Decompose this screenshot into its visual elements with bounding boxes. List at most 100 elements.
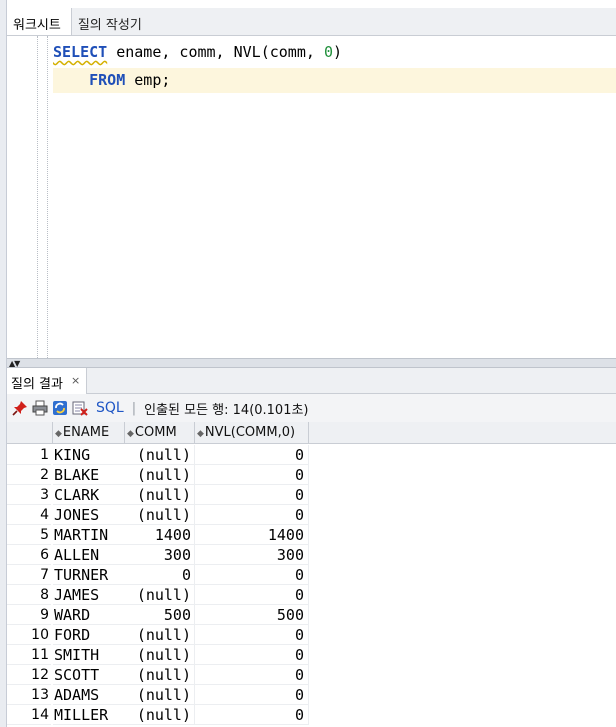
tab-worksheet[interactable]: 워크시트 [7, 8, 72, 35]
code-text: ename, comm, NVL(comm, [107, 43, 324, 61]
cell-nvl[interactable]: 0 [195, 565, 309, 585]
cell-comm[interactable]: (null) [125, 625, 195, 645]
row-number[interactable]: 6 [7, 545, 51, 565]
sort-icon[interactable]: ◆ [197, 429, 204, 439]
row-number[interactable]: 8 [7, 585, 51, 605]
pin-icon[interactable] [12, 400, 28, 416]
table-row[interactable]: 6 ALLEN 300 300 [7, 545, 309, 565]
cell-ename[interactable]: FORD [53, 625, 125, 645]
cell-nvl[interactable]: 1400 [195, 525, 309, 545]
cell-nvl[interactable]: 0 [195, 505, 309, 525]
column-header-comm[interactable]: ◆COMM [125, 422, 195, 444]
cell-comm[interactable]: (null) [125, 685, 195, 705]
row-number[interactable]: 11 [7, 645, 51, 665]
cell-ename[interactable]: ADAMS [53, 685, 125, 705]
sort-icon[interactable]: ◆ [127, 429, 134, 439]
grid-header: ◆ENAME ◆COMM ◆NVL(COMM,0) [7, 422, 616, 444]
row-number[interactable]: 4 [7, 505, 51, 525]
sql-button[interactable]: SQL [96, 400, 124, 416]
row-number[interactable]: 7 [7, 565, 51, 585]
cell-ename[interactable]: BLAKE [53, 465, 125, 485]
cell-ename[interactable]: MARTIN [53, 525, 125, 545]
cell-nvl[interactable]: 0 [195, 625, 309, 645]
table-row[interactable]: 11 SMITH (null) 0 [7, 645, 309, 665]
row-number[interactable]: 12 [7, 665, 51, 685]
table-row[interactable]: 2 BLAKE (null) 0 [7, 465, 309, 485]
cell-comm[interactable]: (null) [125, 485, 195, 505]
row-number[interactable]: 2 [7, 465, 51, 485]
cell-nvl[interactable]: 0 [195, 585, 309, 605]
cell-ename[interactable]: SCOTT [53, 665, 125, 685]
table-row[interactable]: 5 MARTIN 1400 1400 [7, 525, 309, 545]
gutter-divider-fold [47, 36, 48, 358]
code-text: emp; [125, 71, 171, 89]
pane-splitter[interactable]: ▲▼ [7, 358, 616, 368]
splitter-arrows-icon[interactable]: ▲▼ [9, 359, 20, 368]
table-row[interactable]: 7 TURNER 0 0 [7, 565, 309, 585]
cell-ename[interactable]: SMITH [53, 645, 125, 665]
cell-ename[interactable]: CLARK [53, 485, 125, 505]
cell-comm[interactable]: (null) [125, 665, 195, 685]
cell-comm[interactable]: (null) [125, 445, 195, 465]
cell-ename[interactable]: JONES [53, 505, 125, 525]
cell-comm[interactable]: 300 [125, 545, 195, 565]
cell-nvl[interactable]: 0 [195, 685, 309, 705]
column-header-nvl[interactable]: ◆NVL(COMM,0) [195, 422, 309, 444]
cell-nvl[interactable]: 0 [195, 445, 309, 465]
row-number[interactable]: 5 [7, 525, 51, 545]
table-row[interactable]: 10 FORD (null) 0 [7, 625, 309, 645]
cell-ename[interactable]: MILLER [53, 705, 125, 725]
table-row[interactable]: 13 ADAMS (null) 0 [7, 685, 309, 705]
cell-comm[interactable]: 0 [125, 565, 195, 585]
tab-query-result[interactable]: 질의 결과 × [7, 368, 88, 394]
cell-ename[interactable]: JAMES [53, 585, 125, 605]
table-row[interactable]: 1 KING (null) 0 [7, 445, 309, 465]
refresh-icon[interactable] [52, 400, 68, 416]
row-number[interactable]: 3 [7, 485, 51, 505]
cell-comm[interactable]: 1400 [125, 525, 195, 545]
cell-ename[interactable]: TURNER [53, 565, 125, 585]
row-number[interactable]: 13 [7, 685, 51, 705]
column-header-ename[interactable]: ◆ENAME [53, 422, 125, 444]
close-icon[interactable]: × [71, 373, 80, 394]
code-line-2[interactable]: FROM emp; [53, 68, 616, 93]
table-row[interactable]: 9 WARD 500 500 [7, 605, 309, 625]
sql-editor[interactable]: SELECT ename, comm, NVL(comm, 0) FROM em… [7, 36, 616, 358]
code-line-1[interactable]: SELECT ename, comm, NVL(comm, 0) [53, 40, 342, 65]
cell-ename[interactable]: ALLEN [53, 545, 125, 565]
table-row[interactable]: 4 JONES (null) 0 [7, 505, 309, 525]
cell-nvl[interactable]: 0 [195, 705, 309, 725]
tab-query-builder[interactable]: 질의 작성기 [72, 8, 152, 35]
cell-nvl[interactable]: 500 [195, 605, 309, 625]
result-grid[interactable]: ◆ENAME ◆COMM ◆NVL(COMM,0) 1 KING (null) 0 2 B… [7, 422, 616, 727]
sort-icon[interactable]: ◆ [55, 429, 62, 439]
row-number[interactable]: 9 [7, 605, 51, 625]
row-number[interactable]: 1 [7, 445, 51, 465]
cell-comm[interactable]: (null) [125, 505, 195, 525]
table-row[interactable]: 8 JAMES (null) 0 [7, 585, 309, 605]
toolbar-separator: | [131, 400, 137, 416]
cell-ename[interactable]: KING [53, 445, 125, 465]
cell-nvl[interactable]: 0 [195, 665, 309, 685]
cell-nvl[interactable]: 0 [195, 465, 309, 485]
cell-comm[interactable]: (null) [125, 645, 195, 665]
code-number: 0 [323, 43, 333, 61]
code-text: ) [332, 43, 342, 61]
cell-comm[interactable]: (null) [125, 585, 195, 605]
print-icon[interactable] [32, 400, 48, 416]
cell-ename[interactable]: WARD [53, 605, 125, 625]
table-row[interactable]: 3 CLARK (null) 0 [7, 485, 309, 505]
table-row[interactable]: 12 SCOTT (null) 0 [7, 665, 309, 685]
row-number[interactable]: 10 [7, 625, 51, 645]
cell-nvl[interactable]: 0 [195, 485, 309, 505]
export-icon[interactable] [72, 400, 88, 416]
cell-nvl[interactable]: 0 [195, 645, 309, 665]
cell-comm[interactable]: (null) [125, 705, 195, 725]
table-row[interactable]: 14 MILLER (null) 0 [7, 705, 309, 725]
cell-comm[interactable]: 500 [125, 605, 195, 625]
cell-comm[interactable]: (null) [125, 465, 195, 485]
column-header-label: NVL(COMM,0) [204, 425, 296, 440]
cell-nvl[interactable]: 300 [195, 545, 309, 565]
row-number[interactable]: 14 [7, 705, 51, 725]
